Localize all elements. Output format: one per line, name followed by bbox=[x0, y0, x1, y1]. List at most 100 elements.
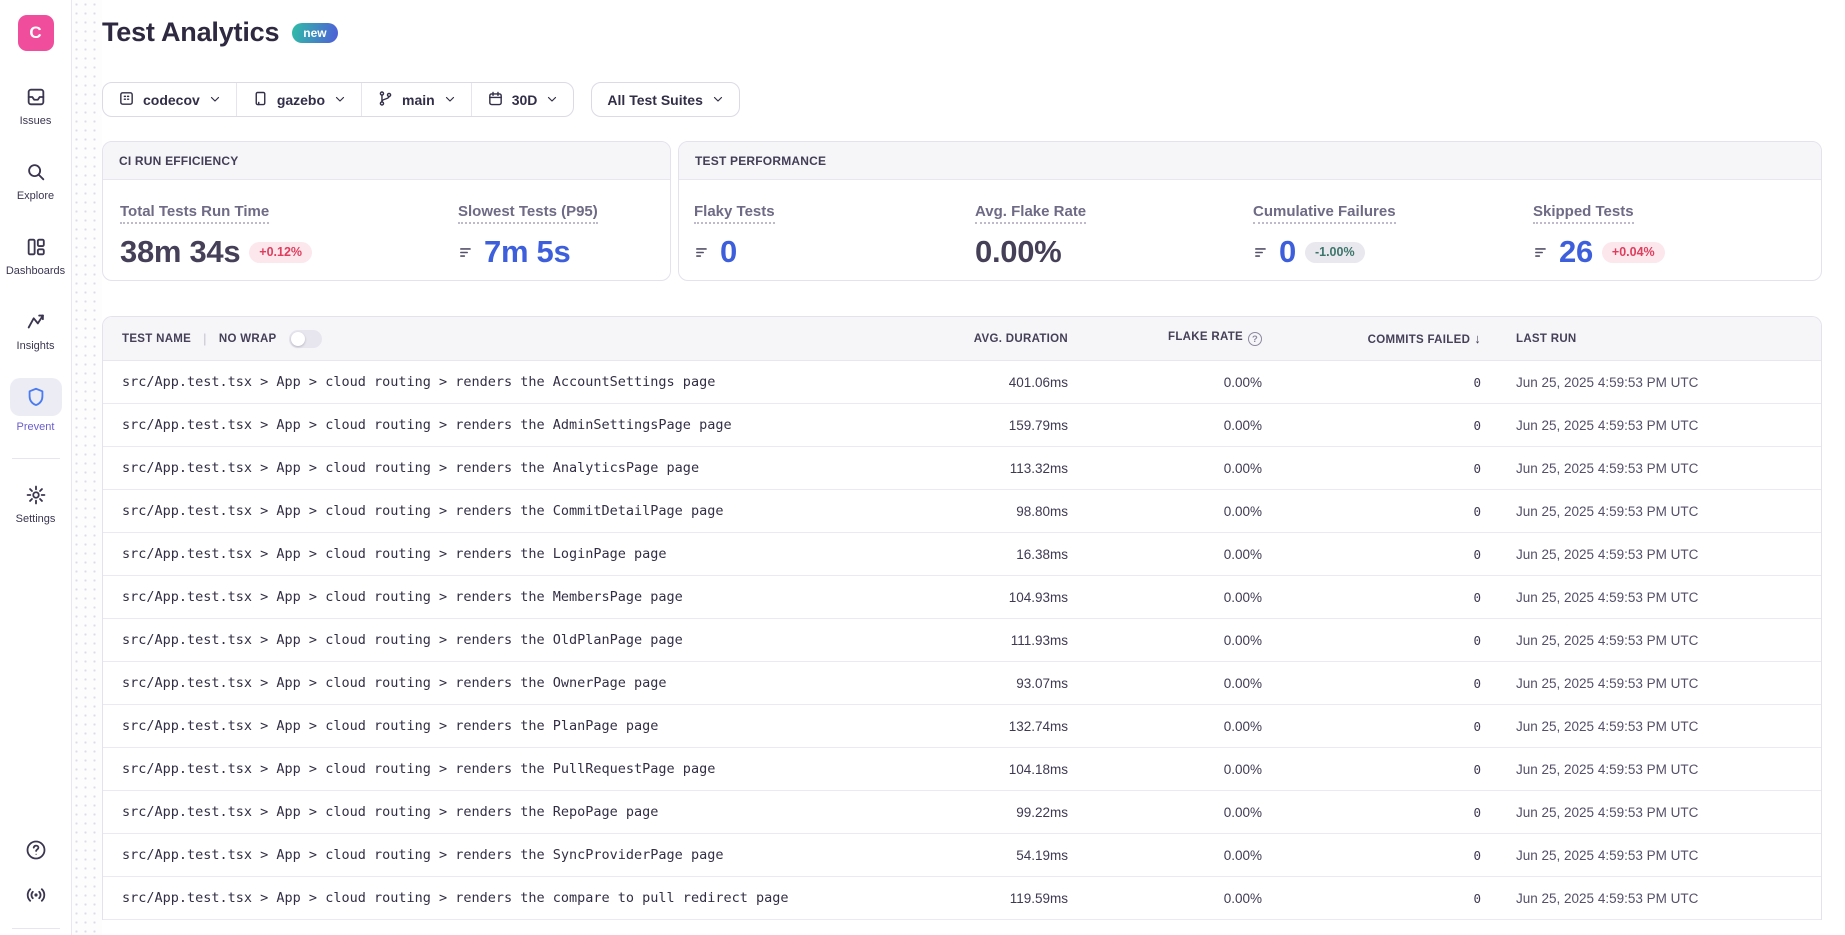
metric-value[interactable]: 26 bbox=[1559, 234, 1593, 270]
test-name: src/App.test.tsx > App > cloud routing >… bbox=[103, 847, 938, 863]
sidebar-divider bbox=[12, 458, 60, 459]
column-flake-rate[interactable]: FLAKE RATE? bbox=[1068, 331, 1262, 347]
sidebar-item-settings[interactable]: Settings bbox=[4, 483, 68, 525]
sidebar-item-explore[interactable]: Explore bbox=[4, 160, 68, 202]
branch-selector[interactable]: main bbox=[361, 83, 471, 116]
column-test-name[interactable]: TEST NAME bbox=[122, 333, 191, 345]
filter-funnel-icon[interactable] bbox=[1533, 244, 1550, 261]
test-name: src/App.test.tsx > App > cloud routing >… bbox=[103, 546, 938, 562]
metric-label[interactable]: Cumulative Failures bbox=[1253, 203, 1396, 224]
sidebar-item-label: Settings bbox=[16, 513, 56, 525]
no-wrap-toggle[interactable] bbox=[289, 330, 322, 348]
test-suites-selector[interactable]: All Test Suites bbox=[591, 82, 739, 117]
column-commits-failed[interactable]: COMMITS FAILED↓ bbox=[1262, 331, 1481, 346]
commits-failed: 0 bbox=[1262, 547, 1481, 562]
search-icon bbox=[24, 160, 48, 184]
avg-duration: 98.80ms bbox=[938, 504, 1068, 519]
delta-badge: -1.00% bbox=[1305, 242, 1365, 263]
metric-panels: CI RUN EFFICIENCY Total Tests Run Time 3… bbox=[102, 141, 1822, 281]
sidebar-item-label: Explore bbox=[17, 190, 54, 202]
table-row[interactable]: src/App.test.tsx > App > cloud routing >… bbox=[103, 791, 1821, 834]
filter-funnel-icon[interactable] bbox=[458, 244, 475, 261]
last-run: Jun 25, 2025 4:59:53 PM UTC bbox=[1481, 418, 1821, 433]
metric-value[interactable]: 0 bbox=[720, 234, 737, 270]
metric-label[interactable]: Slowest Tests (P95) bbox=[458, 203, 598, 224]
metric-label[interactable]: Avg. Flake Rate bbox=[975, 203, 1086, 224]
issues-icon bbox=[24, 85, 48, 109]
metric-value: 0.00% bbox=[975, 234, 1061, 270]
sidebar-item-insights[interactable]: Insights bbox=[4, 310, 68, 352]
chevron-down-icon bbox=[444, 92, 456, 108]
sidebar-item-dashboards[interactable]: Dashboards bbox=[4, 235, 68, 277]
table-row[interactable]: src/App.test.tsx > App > cloud routing >… bbox=[103, 576, 1821, 619]
table-row[interactable]: src/App.test.tsx > App > cloud routing >… bbox=[103, 361, 1821, 404]
page-title: Test Analytics bbox=[102, 17, 279, 48]
broadcast-icon[interactable] bbox=[24, 883, 48, 912]
chevron-down-icon bbox=[209, 92, 221, 108]
suites-value: All Test Suites bbox=[607, 92, 702, 108]
no-wrap-label: NO WRAP bbox=[219, 333, 277, 345]
filter-funnel-icon[interactable] bbox=[694, 244, 711, 261]
filter-bar: codecov gazebo bbox=[102, 82, 1822, 117]
last-run: Jun 25, 2025 4:59:53 PM UTC bbox=[1481, 375, 1821, 390]
flake-rate: 0.00% bbox=[1068, 762, 1262, 777]
sidebar: C Issues Explore bbox=[0, 0, 72, 935]
metric-cumulative-failures: Cumulative Failures 0 -1.00% bbox=[1238, 203, 1518, 270]
table-row[interactable]: src/App.test.tsx > App > cloud routing >… bbox=[103, 748, 1821, 791]
main-content: Test Analytics new codecov bbox=[102, 0, 1845, 935]
metric-label[interactable]: Flaky Tests bbox=[694, 203, 775, 224]
last-run: Jun 25, 2025 4:59:53 PM UTC bbox=[1481, 547, 1821, 562]
flake-rate-help-icon[interactable]: ? bbox=[1248, 332, 1262, 346]
delta-badge: +0.12% bbox=[249, 242, 312, 263]
chevron-down-icon bbox=[546, 92, 558, 108]
table-row[interactable]: src/App.test.tsx > App > cloud routing >… bbox=[103, 877, 1821, 920]
metric-label[interactable]: Skipped Tests bbox=[1533, 203, 1634, 224]
column-avg-duration[interactable]: AVG. DURATION bbox=[938, 333, 1068, 345]
app-logo[interactable]: C bbox=[18, 15, 54, 51]
commits-failed: 0 bbox=[1262, 633, 1481, 648]
chevron-down-icon bbox=[712, 92, 724, 108]
commits-failed: 0 bbox=[1262, 805, 1481, 820]
table-row[interactable]: src/App.test.tsx > App > cloud routing >… bbox=[103, 533, 1821, 576]
test-name: src/App.test.tsx > App > cloud routing >… bbox=[103, 417, 938, 433]
table-row[interactable]: src/App.test.tsx > App > cloud routing >… bbox=[103, 447, 1821, 490]
repo-selector[interactable]: gazebo bbox=[236, 83, 361, 116]
help-icon[interactable] bbox=[24, 838, 48, 867]
flake-rate: 0.00% bbox=[1068, 676, 1262, 691]
sidebar-item-issues[interactable]: Issues bbox=[4, 85, 68, 127]
org-icon bbox=[118, 90, 135, 110]
org-selector[interactable]: codecov bbox=[103, 83, 236, 116]
last-run: Jun 25, 2025 4:59:53 PM UTC bbox=[1481, 676, 1821, 691]
sidebar-item-label: Insights bbox=[17, 340, 55, 352]
avg-duration: 54.19ms bbox=[938, 848, 1068, 863]
dotted-gutter bbox=[72, 0, 102, 935]
column-last-run[interactable]: LAST RUN bbox=[1481, 333, 1821, 345]
filter-funnel-icon[interactable] bbox=[1253, 244, 1270, 261]
metric-value[interactable]: 0 bbox=[1279, 234, 1296, 270]
table-row[interactable]: src/App.test.tsx > App > cloud routing >… bbox=[103, 404, 1821, 447]
commits-failed: 0 bbox=[1262, 676, 1481, 691]
last-run: Jun 25, 2025 4:59:53 PM UTC bbox=[1481, 461, 1821, 476]
table-row[interactable]: src/App.test.tsx > App > cloud routing >… bbox=[103, 662, 1821, 705]
org-value: codecov bbox=[143, 92, 200, 108]
insights-chart-icon bbox=[24, 310, 48, 334]
avg-duration: 401.06ms bbox=[938, 375, 1068, 390]
commits-failed: 0 bbox=[1262, 848, 1481, 863]
sidebar-footer bbox=[12, 838, 60, 935]
metric-slowest-tests: Slowest Tests (P95) 7m 5s bbox=[441, 203, 598, 270]
metric-value[interactable]: 7m 5s bbox=[484, 234, 570, 270]
commits-failed: 0 bbox=[1262, 590, 1481, 605]
metric-value: 38m 34s bbox=[120, 234, 240, 270]
range-value: 30D bbox=[512, 92, 538, 108]
table-row[interactable]: src/App.test.tsx > App > cloud routing >… bbox=[103, 705, 1821, 748]
sidebar-item-prevent[interactable]: Prevent bbox=[4, 385, 68, 433]
metric-label[interactable]: Total Tests Run Time bbox=[120, 203, 269, 224]
table-row[interactable]: src/App.test.tsx > App > cloud routing >… bbox=[103, 490, 1821, 533]
test-name: src/App.test.tsx > App > cloud routing >… bbox=[103, 632, 938, 648]
avg-duration: 113.32ms bbox=[938, 461, 1068, 476]
table-row[interactable]: src/App.test.tsx > App > cloud routing >… bbox=[103, 834, 1821, 877]
commits-failed: 0 bbox=[1262, 461, 1481, 476]
table-row[interactable]: src/App.test.tsx > App > cloud routing >… bbox=[103, 619, 1821, 662]
date-range-selector[interactable]: 30D bbox=[471, 83, 574, 116]
commits-failed: 0 bbox=[1262, 719, 1481, 734]
